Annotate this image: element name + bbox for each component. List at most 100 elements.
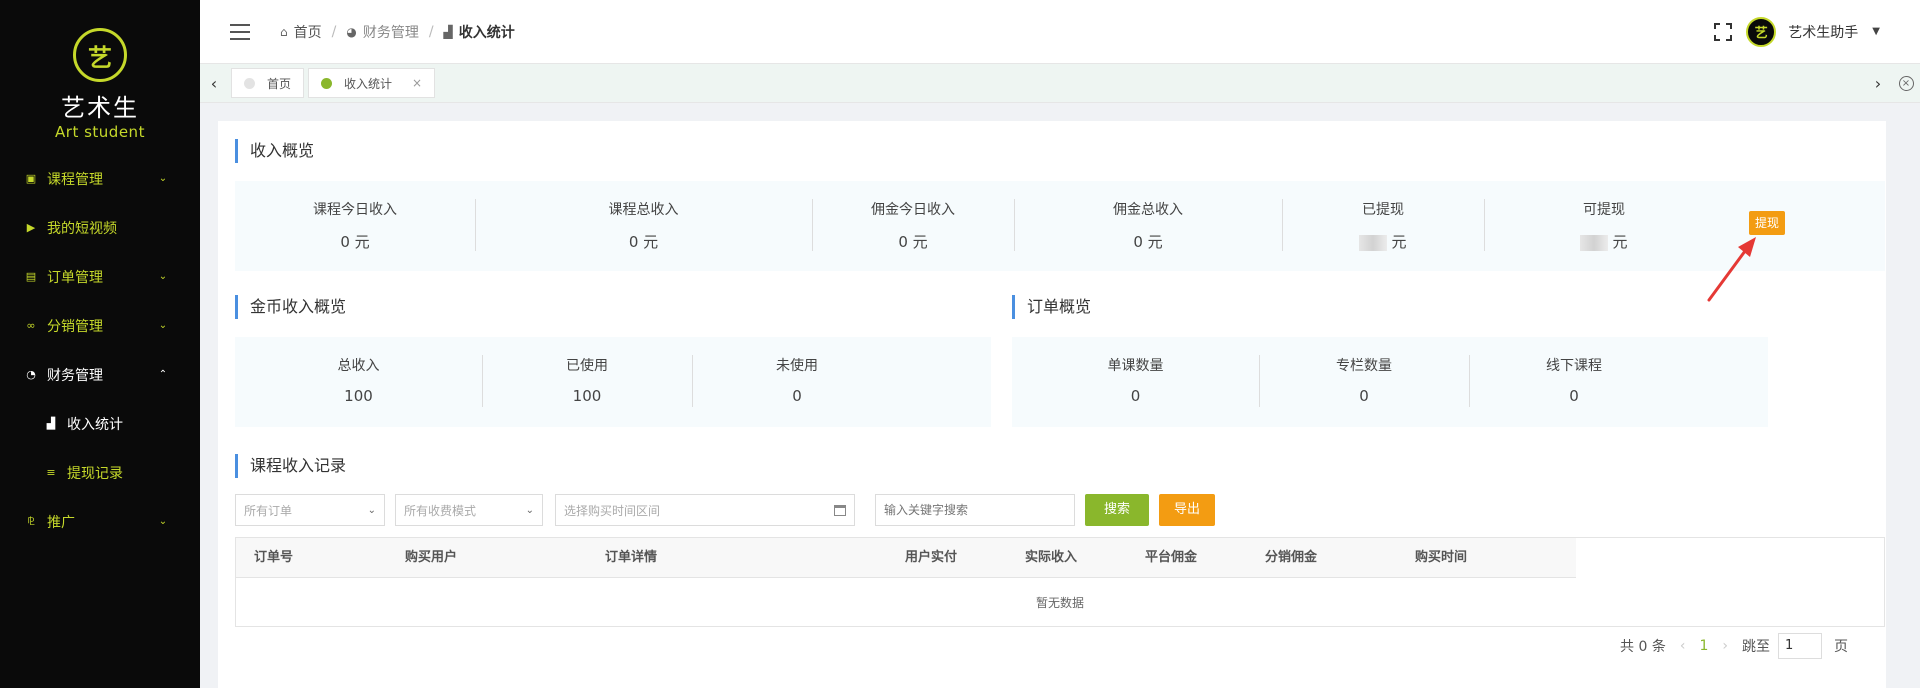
stat-label: 佣金总收入 [1113,202,1183,218]
stat-value: 元 [1391,233,1407,251]
tab-label: 收入统计 [344,76,393,91]
chevron-down-icon: ⌄ [158,516,168,527]
bar-chart-icon: ▟ [443,24,453,39]
user-name[interactable]: 艺术生助手 [1788,22,1858,42]
chevron-down-icon: ⌄ [158,320,168,331]
sidebar-item-distribution[interactable]: ∞ 分销管理 ⌄ [0,301,200,350]
avatar[interactable]: 艺 [1746,16,1777,47]
tabs: 首页 收入统计 × [231,68,439,98]
stat-value: 100 [344,387,373,405]
breadcrumb-label: 财务管理 [362,24,419,41]
close-all-tabs-button[interactable]: × [1892,64,1920,102]
chevron-up-icon: ⌃ [158,369,168,380]
stat-value: 0 [792,387,802,405]
tab-home[interactable]: 首页 [231,68,305,98]
sidebar-item-label: 收入统计 [67,416,123,433]
sidebar-item-finance[interactable]: ◔ 财务管理 ⌃ [0,350,200,399]
brand-subtitle: Art student [55,123,145,141]
date-range-picker[interactable]: 选择购买时间区间 [555,494,855,526]
breadcrumb-separator: / [428,23,434,40]
close-icon[interactable]: × [412,76,422,90]
search-button[interactable]: 搜索 [1085,494,1149,526]
tabs-scroll-left-icon[interactable]: ‹ [200,64,228,102]
select-value: 所有收费模式 [404,503,477,518]
breadcrumb-income-stats: ▟ 收入统计 [444,22,515,42]
tab-status-dot [321,77,333,89]
column-header: 用户实付 [905,550,958,565]
stat-label: 单课数量 [1107,358,1164,374]
brand-title: 艺术生 [61,94,139,122]
stat-withdrawn: 已提现 元 [1282,181,1484,271]
breadcrumb-label: 收入统计 [458,24,515,41]
tabs-scroll-right-icon[interactable]: › [1864,64,1892,102]
stat-value: 元 [1612,233,1628,251]
sidebar-item-promote[interactable]: ⅊ 推广 ⌄ [0,497,200,546]
current-page[interactable]: 1 [1699,638,1708,654]
jump-label: 跳至 [1742,639,1770,655]
next-page-icon[interactable]: › [1722,638,1728,654]
tab-income-stats[interactable]: 收入统计 × [308,68,436,98]
tab-label: 首页 [267,76,292,91]
bar-chart-icon: ▟ [46,417,56,430]
breadcrumb-finance[interactable]: ◕ 财务管理 [346,22,418,42]
order-type-select[interactable]: 所有订单 ⌄ [235,494,385,526]
export-button[interactable]: 导出 [1159,494,1215,526]
keyword-search[interactable] [875,494,1075,526]
stat-column-count: 专栏数量 0 [1259,337,1469,427]
breadcrumb-home[interactable]: ⌂ 首页 [280,22,322,42]
stat-label: 课程今日收入 [313,202,397,218]
pagination: 共 0 条 ‹ 1 › 跳至 1 页 [1620,633,1848,659]
sidebar-item-short-video[interactable]: ▶ 我的短视频 [0,203,200,252]
redacted-amount [1580,234,1609,251]
jump-page-input[interactable]: 1 [1778,633,1822,659]
records-table: 订单号 购买用户 订单详情 用户实付 实际收入 平台佣金 分销佣金 购买时间 暂… [235,537,1885,627]
sidebar-item-order[interactable]: ▤ 订单管理 ⌄ [0,252,200,301]
stat-single-course-count: 单课数量 0 [1012,337,1259,427]
chevron-down-icon: ⌄ [158,271,168,282]
stat-value: 0 元 [340,233,370,251]
prev-page-icon[interactable]: ‹ [1680,638,1686,654]
sidebar-item-label: 财务管理 [47,367,103,384]
calendar-icon [834,504,846,516]
stat-available: 可提现 元 [1484,181,1724,271]
stat-value-wrap: 元 [1282,231,1484,252]
arrow-annotation-icon [1707,237,1756,302]
pay-mode-select[interactable]: 所有收费模式 ⌄ [395,494,543,526]
stat-value: 0 [1130,387,1141,405]
caret-down-icon[interactable]: ▼ [1872,26,1880,37]
sidebar-item-withdraw-records[interactable]: ≡ 提现记录 [0,448,200,497]
stat-coin-unused: 未使用 0 [692,337,902,427]
chevron-down-icon: ⌄ [367,504,376,516]
sidebar-item-label: 提现记录 [67,465,123,482]
coin-overview-box: 总收入 100 已使用 100 未使用 0 [235,337,991,427]
fullscreen-icon[interactable] [1714,22,1733,41]
date-range-placeholder: 选择购买时间区间 [564,503,661,518]
sidebar-item-label: 推广 [47,514,75,531]
stat-label: 专栏数量 [1336,358,1392,374]
stat-label: 已提现 [1362,202,1404,218]
stat-value: 0 [1359,387,1369,405]
empty-state-text: 暂无数据 [1035,596,1084,610]
pie-icon: ◕ [346,24,357,39]
chevron-down-icon: ⌄ [525,504,534,516]
column-header: 平台佣金 [1145,550,1198,565]
share-icon: ∞ [26,319,36,332]
column-header: 订单详情 [605,550,658,565]
stat-value: 0 [1569,387,1579,405]
menu-toggle-icon[interactable] [230,23,250,40]
sidebar-menu: ▣ 课程管理 ⌄ ▶ 我的短视频 ▤ 订单管理 ⌄ ∞ 分销管理 ⌄ ◔ 财务管… [0,154,200,546]
logo-icon: 艺 [73,28,127,82]
sidebar-item-income-stats[interactable]: ▟ 收入统计 [0,399,200,448]
withdraw-button[interactable]: 提现 [1749,211,1786,235]
breadcrumb-separator: / [331,23,337,40]
sidebar-item-label: 分销管理 [47,318,103,335]
stat-value: 0 元 [1133,233,1163,251]
stat-course-today: 课程今日收入 0 元 [235,181,475,271]
column-header: 购买用户 [405,550,458,565]
list-icon: ≡ [46,466,56,479]
keyword-input[interactable] [876,495,1074,525]
sidebar-item-course[interactable]: ▣ 课程管理 ⌄ [0,154,200,203]
stat-coin-total: 总收入 100 [235,337,482,427]
video-icon: ▶ [26,221,36,234]
stat-commission-total: 佣金总收入 0 元 [1014,181,1282,271]
